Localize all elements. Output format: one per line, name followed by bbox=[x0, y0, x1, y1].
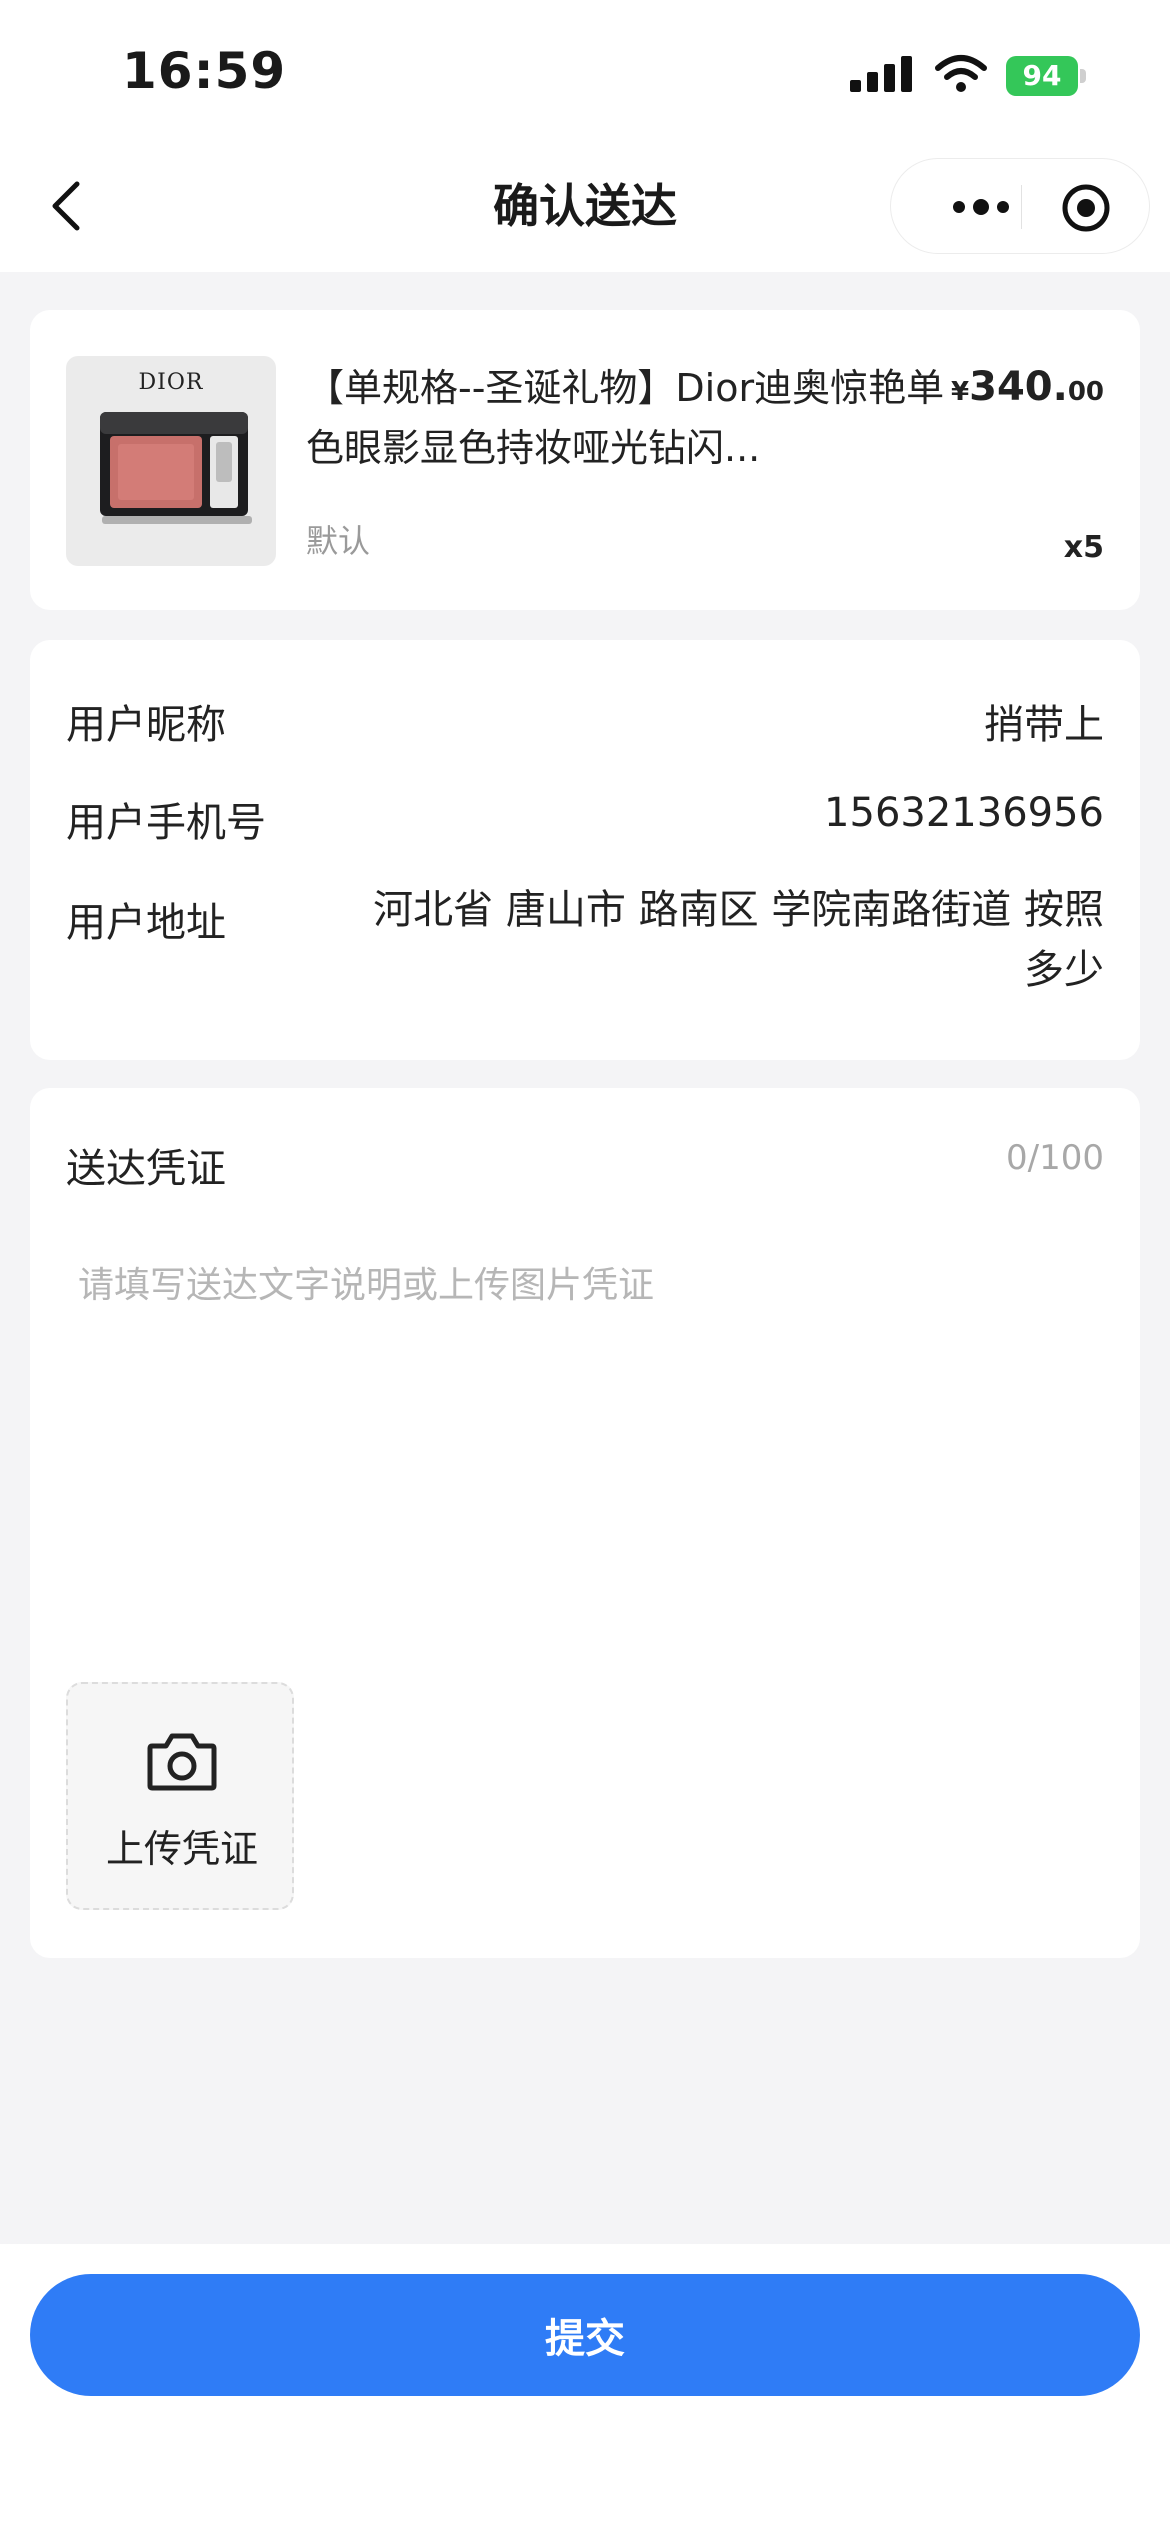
proof-text-input[interactable] bbox=[60, 1238, 1110, 1738]
product-quantity: x5 bbox=[1063, 530, 1104, 565]
address-label: 用户地址 bbox=[66, 900, 226, 946]
bottom-bar: 提交 bbox=[0, 2244, 1170, 2532]
price-integer: 340. bbox=[969, 364, 1068, 410]
phone-label: 用户手机号 bbox=[66, 800, 266, 846]
product-image: DIOR bbox=[66, 356, 276, 566]
product-price: ¥340.00 bbox=[951, 364, 1104, 410]
price-decimal: 00 bbox=[1067, 377, 1104, 407]
address-value: 河北省 唐山市 路南区 学院南路街道 按照多少 bbox=[373, 887, 1104, 993]
submit-button[interactable]: 提交 bbox=[30, 2274, 1140, 2396]
phone-value: 15632136956 bbox=[824, 790, 1104, 836]
proof-card: 送达凭证 0/100 上传凭证 bbox=[30, 1088, 1140, 1958]
more-dots-icon bbox=[953, 199, 1009, 215]
camera-icon bbox=[147, 1733, 217, 1791]
signal-icon bbox=[850, 56, 912, 92]
record-target-icon[interactable] bbox=[1061, 183, 1111, 233]
product-title: 【单规格--圣诞礼物】Dior迪奥惊艳单色眼影显色持妆哑光钻闪... bbox=[306, 366, 945, 470]
eyeshadow-palette-image bbox=[100, 412, 252, 524]
battery-level: 94 bbox=[1022, 59, 1062, 92]
upload-proof-button[interactable]: 上传凭证 bbox=[66, 1682, 294, 1910]
product-spec: 默认 bbox=[306, 522, 371, 560]
upload-proof-label: 上传凭证 bbox=[105, 1827, 258, 1871]
proof-title: 送达凭证 bbox=[66, 1146, 226, 1192]
proof-char-count: 0/100 bbox=[1006, 1138, 1104, 1178]
header: 16:59 94 确认送达 bbox=[0, 0, 1170, 272]
page: 16:59 94 确认送达 DIOR 【单规格--圣诞礼物】Dior迪奥惊艳单色… bbox=[0, 0, 1170, 2532]
wifi-icon bbox=[935, 55, 987, 92]
user-info-card: 用户昵称 捎带上 用户手机号 15632136956 用户地址 河北省 唐山市 … bbox=[30, 640, 1140, 1060]
battery-icon: 94 bbox=[1006, 56, 1086, 96]
nickname-value: 捎带上 bbox=[984, 702, 1104, 748]
price-currency: ¥ bbox=[951, 377, 970, 407]
product-card[interactable]: DIOR 【单规格--圣诞礼物】Dior迪奥惊艳单色眼影显色持妆哑光钻闪... … bbox=[30, 310, 1140, 610]
status-time: 16:59 bbox=[122, 42, 287, 100]
capsule-divider bbox=[1021, 185, 1022, 229]
nickname-label: 用户昵称 bbox=[66, 702, 226, 748]
more-button[interactable] bbox=[931, 181, 1031, 233]
miniapp-capsule bbox=[890, 158, 1150, 254]
